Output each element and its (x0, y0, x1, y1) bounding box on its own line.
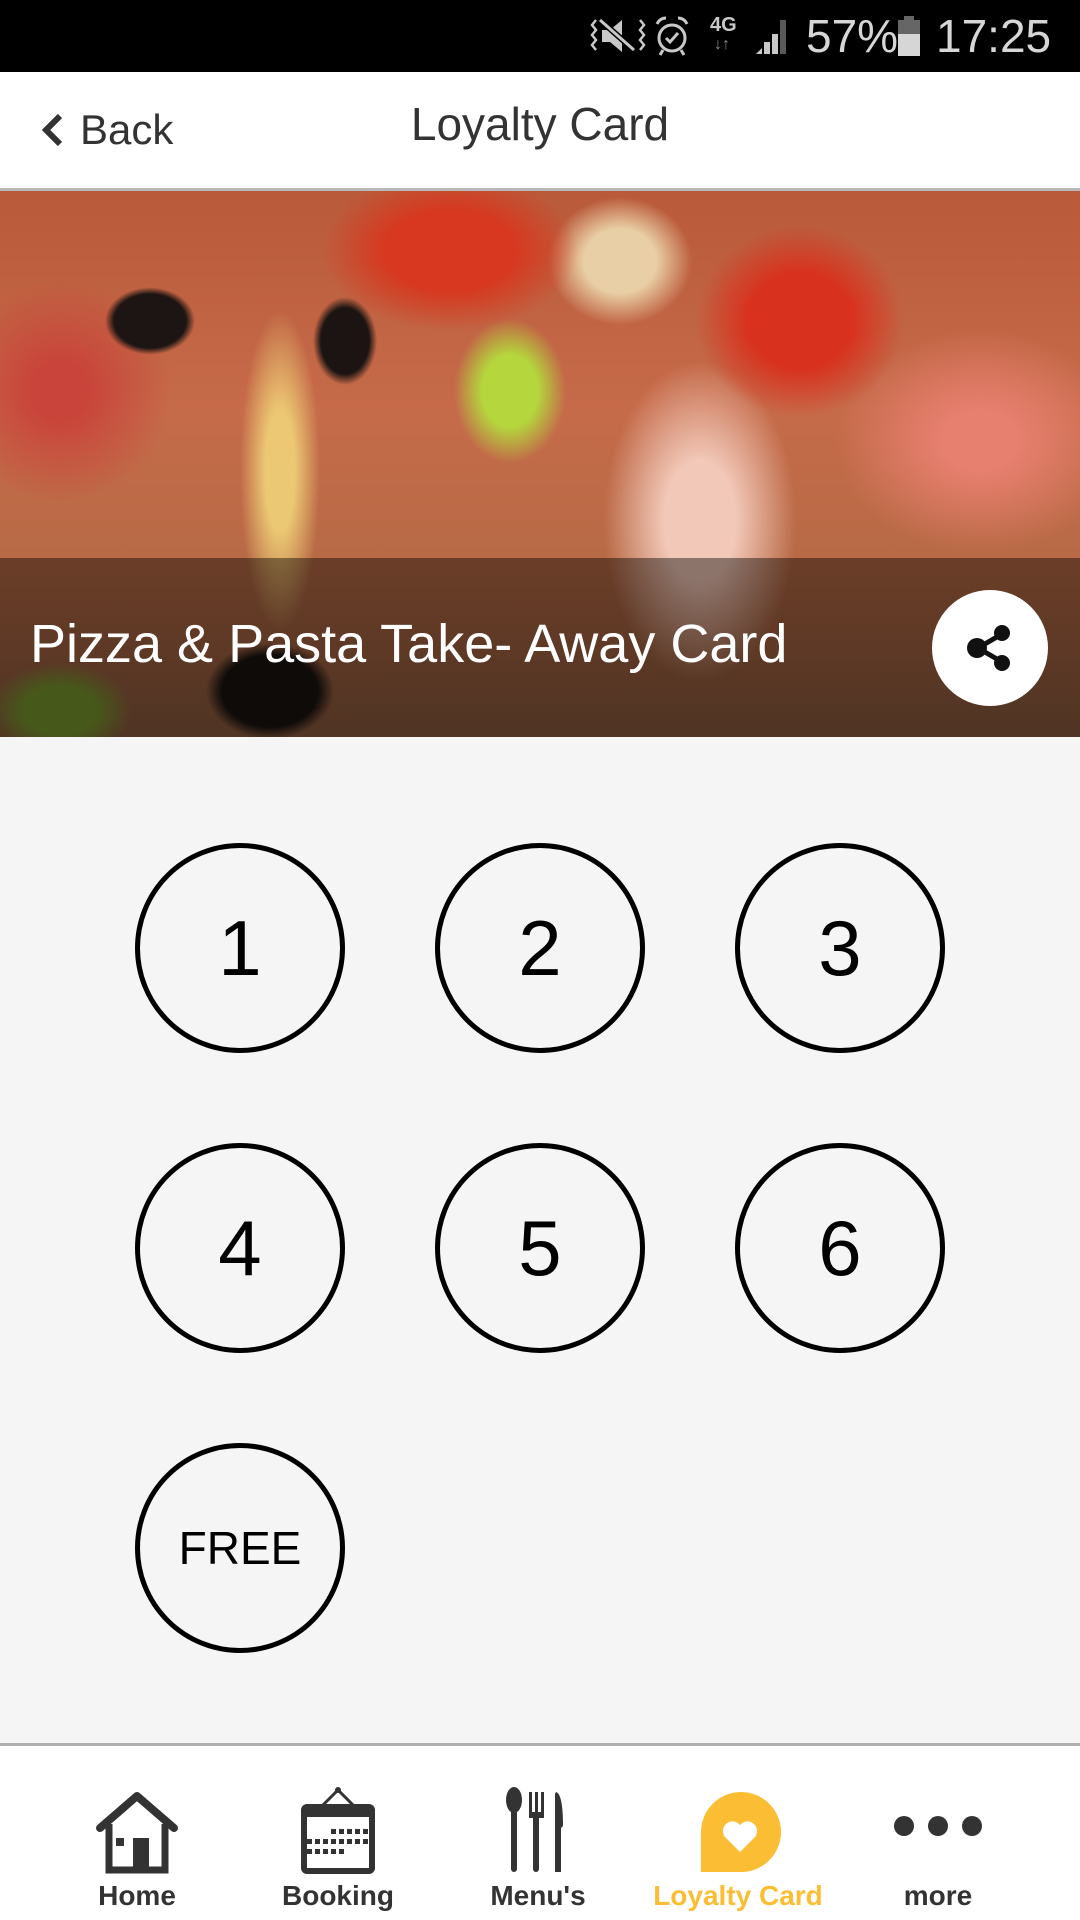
page-title: Loyalty Card (410, 98, 670, 150)
loyalty-heart-icon (701, 1792, 781, 1872)
stamp-label: 4 (218, 1204, 262, 1292)
stamp-2[interactable]: 2 (435, 843, 645, 1053)
card-title: Pizza & Pasta Take- Away Card (30, 614, 788, 674)
stamp-label: FREE (178, 1522, 302, 1574)
alarm-icon (655, 16, 689, 56)
stamp-label: 2 (518, 904, 562, 992)
stamp-5[interactable]: 5 (435, 1143, 645, 1353)
header: Back Loyalty Card (0, 72, 1080, 191)
tab-home[interactable]: Home (37, 1746, 237, 1920)
share-button[interactable] (932, 590, 1048, 706)
tab-more[interactable]: more (838, 1746, 1038, 1920)
tab-loyalty-card[interactable]: Loyalty Card (638, 1746, 838, 1920)
stamp-3[interactable]: 3 (735, 843, 945, 1053)
tab-label: Booking (282, 1880, 394, 1911)
stamp-label: 1 (218, 904, 262, 992)
more-dots-icon (894, 1816, 982, 1836)
vibrate-mute-icon (590, 17, 646, 53)
tab-label: Menu's (490, 1880, 586, 1911)
tab-menus[interactable]: Menu's (438, 1746, 638, 1920)
tab-label: Home (98, 1880, 176, 1911)
cutlery-icon (506, 1787, 563, 1872)
network-4g-icon: 4G ↓↑ (710, 14, 737, 53)
battery-icon (898, 16, 920, 56)
signal-icon (756, 20, 786, 54)
share-icon (967, 625, 1010, 671)
stamp-label: 5 (518, 1204, 562, 1292)
battery-percent: 57% (806, 10, 899, 62)
data-arrows-icon: ↓↑ (714, 36, 730, 53)
bottom-tab-bar: Home Booking Menu's Loyalty Card more (0, 1743, 1080, 1920)
tab-booking[interactable]: Booking (238, 1746, 438, 1920)
status-bar: 4G ↓↑ 57% 17:25 (0, 0, 1080, 72)
calendar-icon (301, 1787, 375, 1874)
card-banner: Pizza & Pasta Take- Away Card (0, 191, 1080, 737)
home-icon (96, 1792, 178, 1874)
stamp-4[interactable]: 4 (135, 1143, 345, 1353)
stamp-free[interactable]: FREE (135, 1443, 345, 1653)
stamp-1[interactable]: 1 (135, 843, 345, 1053)
tab-label: more (903, 1880, 973, 1911)
clock: 17:25 (936, 10, 1052, 62)
stamp-label: 6 (818, 1204, 862, 1292)
stamp-6[interactable]: 6 (735, 1143, 945, 1353)
stamp-label: 3 (818, 904, 862, 992)
tab-label: Loyalty Card (653, 1880, 823, 1911)
